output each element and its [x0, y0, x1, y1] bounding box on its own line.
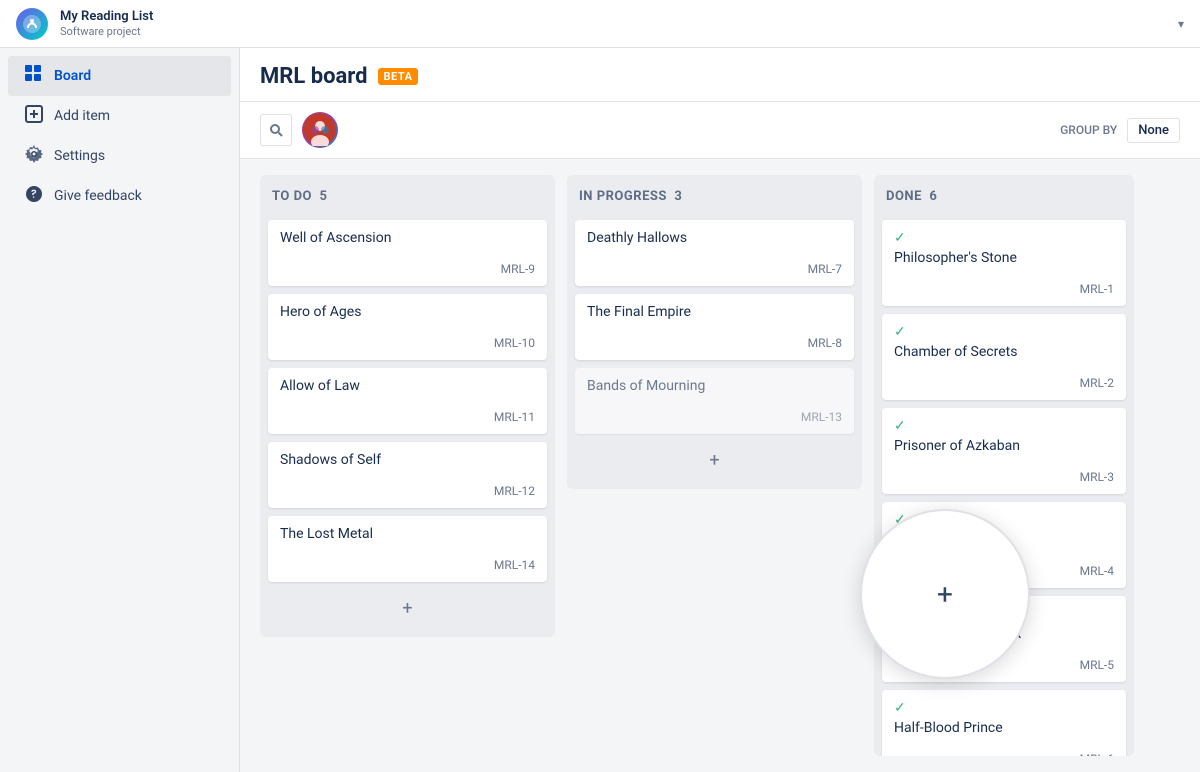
- sidebar-item-settings[interactable]: Settings: [8, 136, 231, 176]
- avatar[interactable]: [302, 112, 338, 148]
- project-logo: [16, 8, 48, 40]
- project-name: My Reading List: [60, 9, 1166, 25]
- card-bands-of-mourning[interactable]: Bands of Mourning MRL-13: [575, 368, 854, 434]
- content-area: MRL board BETA GROUP BY: [240, 48, 1200, 772]
- sidebar-board-label: Board: [54, 68, 91, 84]
- search-button[interactable]: [260, 114, 292, 146]
- card-well-of-ascension[interactable]: Well of Ascension MRL-9: [268, 220, 547, 286]
- card-allow-of-law[interactable]: Allow of Law MRL-11: [268, 368, 547, 434]
- sidebar: Board Add item Settings: [0, 48, 240, 772]
- project-info: My Reading List Software project: [60, 9, 1166, 38]
- feedback-icon: [24, 185, 44, 207]
- card-chamber-of-secrets[interactable]: ✓ Chamber of Secrets MRL-2: [882, 314, 1126, 400]
- column-todo: TO DO 5 Well of Ascension MRL-9 Hero of …: [260, 175, 555, 637]
- toolbar: GROUP BY None: [240, 102, 1200, 159]
- card-shadows-of-self[interactable]: Shadows of Self MRL-12: [268, 442, 547, 508]
- card-prisoner-of-azkaban[interactable]: ✓ Prisoner of Azkaban MRL-3: [882, 408, 1126, 494]
- column-inprogress: IN PROGRESS 3 Deathly Hallows MRL-7 The …: [567, 175, 862, 489]
- card-the-lost-metal[interactable]: The Lost Metal MRL-14: [268, 516, 547, 582]
- card-final-empire[interactable]: The Final Empire MRL-8: [575, 294, 854, 360]
- column-todo-header: TO DO 5: [268, 185, 547, 212]
- board-area: TO DO 5 Well of Ascension MRL-9 Hero of …: [240, 159, 1200, 772]
- sidebar-feedback-label: Give feedback: [54, 188, 142, 204]
- top-header: My Reading List Software project ▾: [0, 0, 1200, 48]
- add-todo-button[interactable]: +: [268, 590, 547, 627]
- sidebar-settings-label: Settings: [54, 148, 105, 164]
- card-hero-of-ages[interactable]: Hero of Ages MRL-10: [268, 294, 547, 360]
- add-item-icon: [24, 105, 44, 127]
- column-inprogress-header: IN PROGRESS 3: [575, 185, 854, 212]
- column-done-header: DONE 6: [882, 185, 1126, 212]
- board-header: MRL board BETA: [240, 48, 1200, 102]
- board-title: MRL board: [260, 64, 368, 89]
- sidebar-item-add[interactable]: Add item: [8, 96, 231, 136]
- board-icon: [24, 65, 44, 87]
- sidebar-add-label: Add item: [54, 108, 110, 124]
- sidebar-item-board[interactable]: Board: [8, 56, 231, 96]
- group-by-dropdown[interactable]: None: [1127, 118, 1180, 143]
- add-item-overlay[interactable]: +: [860, 509, 1030, 679]
- main-layout: Board Add item Settings: [0, 48, 1200, 772]
- overlay-plus-icon: +: [937, 578, 953, 611]
- settings-icon: [24, 145, 44, 167]
- beta-badge: BETA: [378, 68, 419, 85]
- project-subtitle: Software project: [60, 25, 1166, 38]
- sidebar-item-feedback[interactable]: Give feedback: [8, 176, 231, 216]
- card-philosophers-stone[interactable]: ✓ Philosopher's Stone MRL-1: [882, 220, 1126, 306]
- add-inprogress-button[interactable]: +: [575, 442, 854, 479]
- card-deathly-hallows[interactable]: Deathly Hallows MRL-7: [575, 220, 854, 286]
- card-half-blood-prince[interactable]: ✓ Half-Blood Prince MRL-6: [882, 690, 1126, 756]
- project-dropdown-arrow[interactable]: ▾: [1178, 17, 1184, 31]
- group-by-label: GROUP BY: [1060, 123, 1117, 137]
